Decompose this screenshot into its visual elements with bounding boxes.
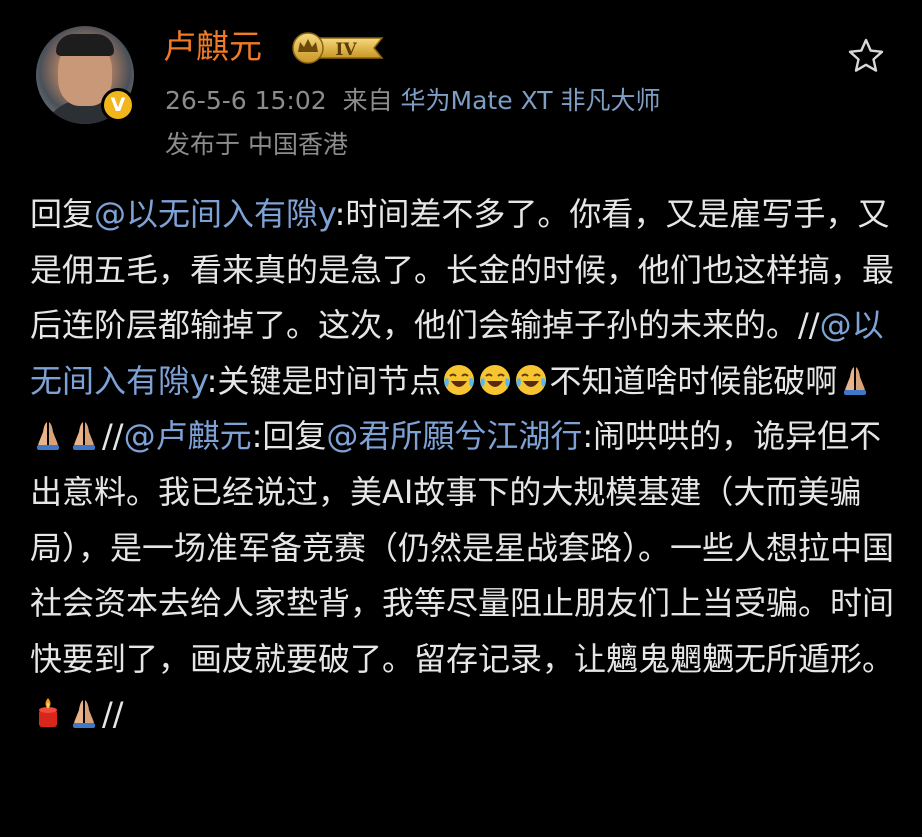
praying-hands-emoji xyxy=(67,414,101,451)
post-meta: 26-5-6 15:02 来自 华为Mate XT 非凡大师 xyxy=(165,84,660,118)
post-text: :关键是时间节点 xyxy=(206,361,442,400)
praying-hands-emoji xyxy=(67,692,101,729)
praying-hands-emoji xyxy=(838,359,872,395)
post-body: 回复@以无间入有隙y:时间差不多了。你看，又是雇写手，又是佣五毛，看来真的是急了… xyxy=(30,187,900,743)
device-link[interactable]: 华为Mate XT 非凡大师 xyxy=(401,86,661,115)
source-prefix: 来自 xyxy=(342,86,393,115)
post-text: 回复 xyxy=(30,195,95,233)
location-prefix: 发布于 xyxy=(165,130,241,159)
location-name: 中国香港 xyxy=(247,130,348,159)
mention-link[interactable]: @卢麒元 xyxy=(124,417,252,455)
post-text: :回复 xyxy=(251,417,327,456)
mention-link[interactable]: @君所願兮江湖行 xyxy=(326,417,582,455)
star-outline-icon[interactable] xyxy=(846,36,886,76)
laughing-crying-emoji xyxy=(478,359,512,395)
username[interactable]: 卢麒元 xyxy=(163,26,262,68)
verified-v-badge-icon: V xyxy=(101,88,135,122)
crown-level-badge-icon[interactable]: IV xyxy=(288,30,388,66)
post-text: // xyxy=(102,695,124,734)
post-text: // xyxy=(102,417,124,456)
post-text: 不知道啥时候能破啊 xyxy=(549,361,838,400)
laughing-crying-emoji xyxy=(514,359,548,395)
praying-hands-emoji xyxy=(31,414,65,451)
timestamp: 26-5-6 15:02 xyxy=(165,86,327,115)
mention-link[interactable]: @以无间入有隙y xyxy=(94,195,335,233)
post-location: 发布于 中国香港 xyxy=(165,128,348,162)
level-badge-text: IV xyxy=(335,40,357,60)
avatar-hair xyxy=(56,34,114,56)
laughing-crying-emoji xyxy=(442,359,476,395)
candle-emoji xyxy=(31,692,65,728)
post-text: :闹哄哄的，诡异但不出意料。我已经说过，美AI故事下的大规模基建（大而美骗局），… xyxy=(30,417,895,678)
